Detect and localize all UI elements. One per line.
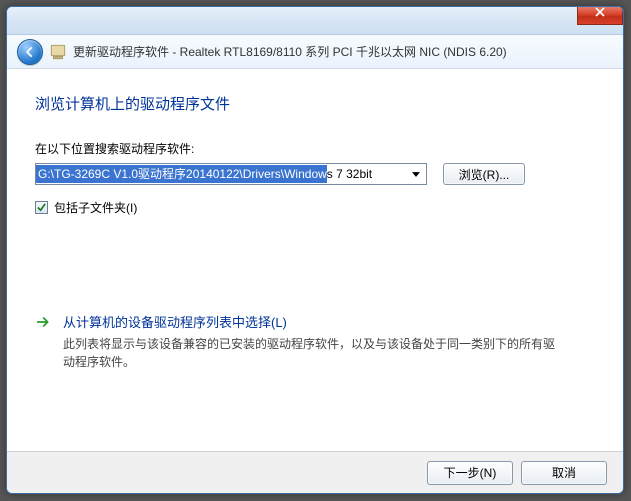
arrow-right-icon: [35, 312, 53, 371]
chevron-down-icon[interactable]: [408, 165, 424, 183]
back-button[interactable]: [17, 39, 43, 65]
option-title: 从计算机的设备驱动程序列表中选择(L): [63, 312, 563, 331]
page-heading: 浏览计算机上的驱动程序文件: [35, 93, 595, 114]
cancel-button-label: 取消: [552, 464, 576, 481]
driver-update-window: 更新驱动程序软件 - Realtek RTL8169/8110 系列 PCI 千…: [6, 6, 624, 494]
cancel-button[interactable]: 取消: [521, 461, 607, 485]
pick-from-list-option[interactable]: 从计算机的设备驱动程序列表中选择(L) 此列表将显示与该设备兼容的已安装的驱动程…: [35, 312, 595, 371]
app-icon: [49, 43, 67, 61]
close-button[interactable]: [577, 7, 623, 25]
include-subfolders-checkbox[interactable]: [35, 201, 48, 214]
include-subfolders-row: 包括子文件夹(I): [35, 199, 595, 216]
search-location-label: 在以下位置搜索驱动程序软件:: [35, 140, 595, 157]
nav-row: 更新驱动程序软件 - Realtek RTL8169/8110 系列 PCI 千…: [7, 35, 623, 69]
browse-button-label: 浏览(R)...: [459, 166, 510, 183]
option-description: 此列表将显示与该设备兼容的已安装的驱动程序软件，以及与该设备处于同一类别下的所有…: [63, 335, 563, 371]
browse-button[interactable]: 浏览(R)...: [443, 163, 525, 185]
path-value-selected: G:\TG-3269C V1.0驱动程序20140122\Drivers\Win…: [36, 165, 327, 183]
path-combobox[interactable]: G:\TG-3269C V1.0驱动程序20140122\Drivers\Win…: [35, 163, 427, 185]
next-button-label: 下一步(N): [444, 464, 497, 481]
footer: 下一步(N) 取消: [7, 451, 623, 493]
include-subfolders-label: 包括子文件夹(I): [54, 199, 137, 216]
window-title: 更新驱动程序软件 - Realtek RTL8169/8110 系列 PCI 千…: [73, 43, 507, 60]
content-area: 浏览计算机上的驱动程序文件 在以下位置搜索驱动程序软件: G:\TG-3269C…: [7, 69, 623, 449]
path-row: G:\TG-3269C V1.0驱动程序20140122\Drivers\Win…: [35, 163, 595, 185]
window-controls: [577, 7, 623, 25]
option-text: 从计算机的设备驱动程序列表中选择(L) 此列表将显示与该设备兼容的已安装的驱动程…: [63, 312, 563, 371]
titlebar: [7, 7, 623, 35]
next-button[interactable]: 下一步(N): [427, 461, 513, 485]
path-value-rest: s 7 32bit: [327, 165, 372, 183]
